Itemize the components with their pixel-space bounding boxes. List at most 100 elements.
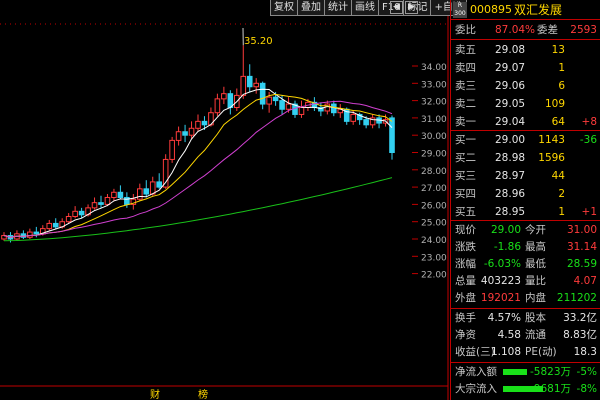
price-tick-label: 23.00 — [421, 253, 447, 263]
candle-body — [143, 188, 150, 195]
stock-code[interactable]: 000895 — [470, 3, 512, 16]
divider — [451, 362, 600, 363]
bid-row[interactable]: 买四 28.96 2 — [451, 186, 600, 202]
event-marker: 财 — [150, 388, 160, 400]
candle-body — [195, 120, 201, 129]
quote-stat-row: 涨跌 -1.86 最高 31.14 — [451, 239, 600, 255]
quote-stat-label: 外盘 — [455, 292, 476, 304]
price-tick-label: 26.00 — [421, 201, 447, 211]
bid-change: -36 — [579, 134, 597, 146]
bid-price: 28.97 — [495, 170, 526, 182]
candle-body — [156, 181, 162, 188]
candle-body — [91, 202, 98, 209]
ask-level-label: 卖一 — [455, 116, 476, 128]
event-marker: 榜 — [198, 388, 208, 400]
bid-row[interactable]: 买三 28.97 44 — [451, 168, 600, 184]
bid-level-label: 买二 — [455, 152, 476, 164]
bid-level-label: 买三 — [455, 170, 476, 182]
ask-row[interactable]: 卖二 29.05 109 — [451, 96, 600, 112]
quote-stat-label: 现价 — [455, 224, 476, 236]
quote-stat-value: 31.00 — [566, 224, 597, 236]
candle-body — [363, 119, 369, 126]
price-tick-label: 22.00 — [421, 271, 447, 281]
high-price-marker: 35.20 — [244, 36, 273, 47]
next-arrow-icon[interactable]: ▶ — [405, 1, 418, 14]
candle-body — [78, 210, 85, 216]
quote-stat-value: 28.59 — [566, 258, 597, 270]
fuquan-button[interactable]: 复权 — [270, 0, 298, 16]
bid-volume: 1 — [558, 206, 565, 218]
fund-flow-label: 净流入额 — [455, 366, 497, 378]
ask-level-label: 卖三 — [455, 80, 476, 92]
quote-stat-label: 总量 — [455, 275, 476, 287]
candle-body — [137, 188, 143, 200]
candle-body — [98, 202, 104, 205]
ask-row[interactable]: 卖三 29.06 6 — [451, 78, 600, 94]
quote-stat-row: 总量 403223 量比 4.07 — [451, 273, 600, 289]
fundamental-value: 4.58 — [497, 329, 521, 341]
stock-name[interactable]: 双汇发展 — [514, 1, 562, 18]
prev-arrow-icon[interactable]: ◀ — [390, 1, 403, 14]
quote-stat-label: 今开 — [525, 224, 546, 236]
weibi-row: 委比 87.04% 委差 2593 — [451, 22, 600, 38]
ask-level-label: 卖五 — [455, 44, 476, 56]
bid-price: 28.95 — [495, 206, 526, 218]
price-tick-label: 34.00 — [421, 63, 447, 73]
fundamental-value: 18.3 — [573, 346, 597, 358]
bid-price: 28.96 — [495, 188, 526, 200]
weicha-label: 委差 — [537, 24, 558, 36]
candle-body — [27, 231, 33, 238]
ask-volume: 6 — [558, 80, 565, 92]
fund-flow-bar — [503, 369, 527, 375]
fund-flow-row: 净流入额 -5823万 -5% — [451, 364, 600, 380]
bid-row[interactable]: 买五 28.95 1 +1 — [451, 204, 600, 220]
quote-stat-label: 涨幅 — [455, 258, 476, 270]
quote-stat-label: 涨跌 — [455, 241, 476, 253]
ask-volume: 13 — [551, 44, 565, 56]
bid-level-label: 买一 — [455, 134, 476, 146]
price-tick-label: 33.00 — [421, 80, 447, 90]
price-tick-label: 27.00 — [421, 184, 447, 194]
quote-stat-value: 211202 — [556, 292, 597, 304]
overlay-button[interactable]: 叠加 — [297, 0, 325, 16]
ask-row[interactable]: 卖四 29.07 1 — [451, 60, 600, 76]
fundamental-label: 流通 — [525, 329, 546, 341]
ask-price: 29.06 — [495, 80, 526, 92]
candle-body — [350, 113, 356, 122]
price-tick-label: 32.00 — [421, 98, 447, 108]
ask-price: 29.04 — [495, 116, 526, 128]
candle-body — [285, 103, 292, 110]
ask-row[interactable]: 卖五 29.08 13 — [451, 42, 600, 58]
quote-stat-value: 29.00 — [490, 224, 521, 236]
candle-body — [65, 216, 72, 223]
fundamental-row: 收益(三) 1.108 PE(动) 18.3 — [451, 344, 600, 360]
quote-stat-row: 外盘 192021 内盘 211202 — [451, 290, 600, 306]
quote-stat-value: 403223 — [480, 275, 521, 287]
fundamental-label: 净资 — [455, 329, 476, 341]
bid-row[interactable]: 买一 29.00 1143 -36 — [451, 132, 600, 148]
candle-body — [33, 231, 40, 235]
bid-price: 29.00 — [495, 134, 526, 146]
quote-stat-row: 涨幅 -6.03% 最低 28.59 — [451, 256, 600, 272]
bid-row[interactable]: 买二 28.98 1596 — [451, 150, 600, 166]
ask-change: +8 — [581, 116, 597, 128]
candle-body — [331, 103, 337, 114]
fundamental-label: 股本 — [525, 312, 546, 324]
candle-body — [279, 100, 285, 110]
ask-volume: 109 — [544, 98, 565, 110]
fundamental-value: 8.83亿 — [563, 329, 597, 341]
quote-stat-row: 现价 29.00 今开 31.00 — [451, 222, 600, 238]
statistics-button[interactable]: 统计 — [324, 0, 352, 16]
draw-line-button[interactable]: 画线 — [351, 0, 379, 16]
bid-level-label: 买五 — [455, 206, 476, 218]
price-tick-label: 24.00 — [421, 236, 447, 246]
candlestick-chart[interactable]: 34.00 33.00 32.00 31.00 30.00 29.00 28.00 27.00… — [0, 16, 450, 400]
candle-body — [111, 191, 117, 198]
candle-body — [182, 131, 188, 136]
candle-body — [201, 120, 208, 126]
bid-change: +1 — [581, 206, 597, 218]
divider — [451, 130, 600, 131]
divider — [451, 39, 600, 40]
ask-level-label: 卖四 — [455, 62, 476, 74]
ask-row[interactable]: 卖一 29.04 64 +8 — [451, 114, 600, 130]
